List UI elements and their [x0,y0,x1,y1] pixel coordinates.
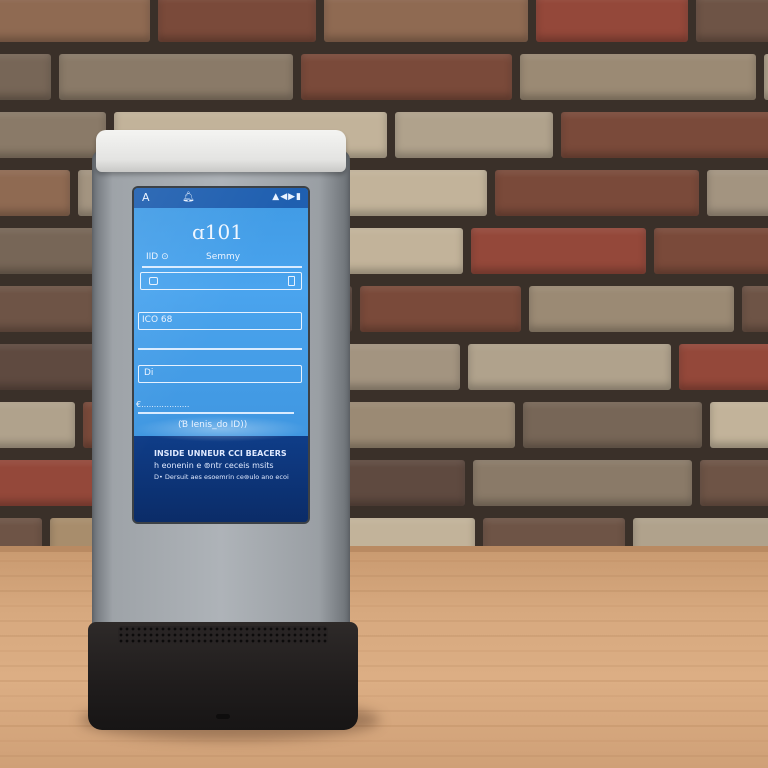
brick [696,0,768,42]
status-icons: ▲◀▶▮ [272,192,302,202]
brick [523,402,702,448]
bell-icon: 🔔︎ [182,192,195,203]
brick [654,228,768,274]
speaker-grille [118,626,328,644]
footer-line: INSIDE UNNEUR CCI BEACERS [154,449,287,458]
brick [0,0,150,42]
brick [679,344,768,390]
brick [0,170,70,216]
row1-right-label: Semmy [206,252,241,262]
divider-line [138,348,302,350]
divider-line [138,412,294,414]
field5-label: €................... [136,400,190,409]
brick [0,402,75,448]
input-field[interactable] [140,272,302,290]
brick [520,54,756,100]
base-indicator [216,714,230,719]
brick [471,228,646,274]
wood-grain [0,740,768,742]
brick [158,0,316,42]
brick [742,286,768,332]
brick [59,54,293,100]
input-field[interactable] [138,365,302,383]
row1-left-label: IID ⊙ [146,252,169,262]
brick-row [0,48,768,104]
brick [707,170,768,216]
photo-scene: A 🔔︎ ▲◀▶▮ ɑ101 IID ⊙ Semmy ICO 68 Di €..… [0,0,768,768]
app-logo: ɑ101 [192,220,243,244]
field-icon [149,277,158,285]
brick [0,286,96,332]
brick [395,112,553,158]
device-top-cap [96,130,346,172]
wood-grain [0,755,768,757]
brick [710,402,768,448]
input-field[interactable] [138,312,302,330]
brick [0,54,51,100]
status-bar: A 🔔︎ ▲◀▶▮ [134,188,308,208]
status-label: A [142,191,150,204]
brick [468,344,671,390]
field-end-icon [288,276,295,286]
brick [360,286,521,332]
brick-row [0,0,768,46]
brick [495,170,699,216]
brick [0,112,106,158]
footer-line: h eonenin e ⊚ntr ceceis msits [154,461,274,470]
brick [324,0,528,42]
brick [700,460,768,506]
brick [536,0,688,42]
brick [529,286,734,332]
link-text[interactable]: (Ɓ Ienis_do ID)) [178,420,247,430]
brick [301,54,512,100]
device-screen: A 🔔︎ ▲◀▶▮ ɑ101 IID ⊙ Semmy ICO 68 Di €..… [134,188,308,522]
divider-line [142,266,302,268]
device-base [88,622,358,730]
brick [561,112,768,158]
brick [473,460,692,506]
brick [764,54,768,100]
brick [0,228,103,274]
footer-line: D• Dersuit aes esoemrin ce⊚ulo ano ecoi [154,473,289,481]
